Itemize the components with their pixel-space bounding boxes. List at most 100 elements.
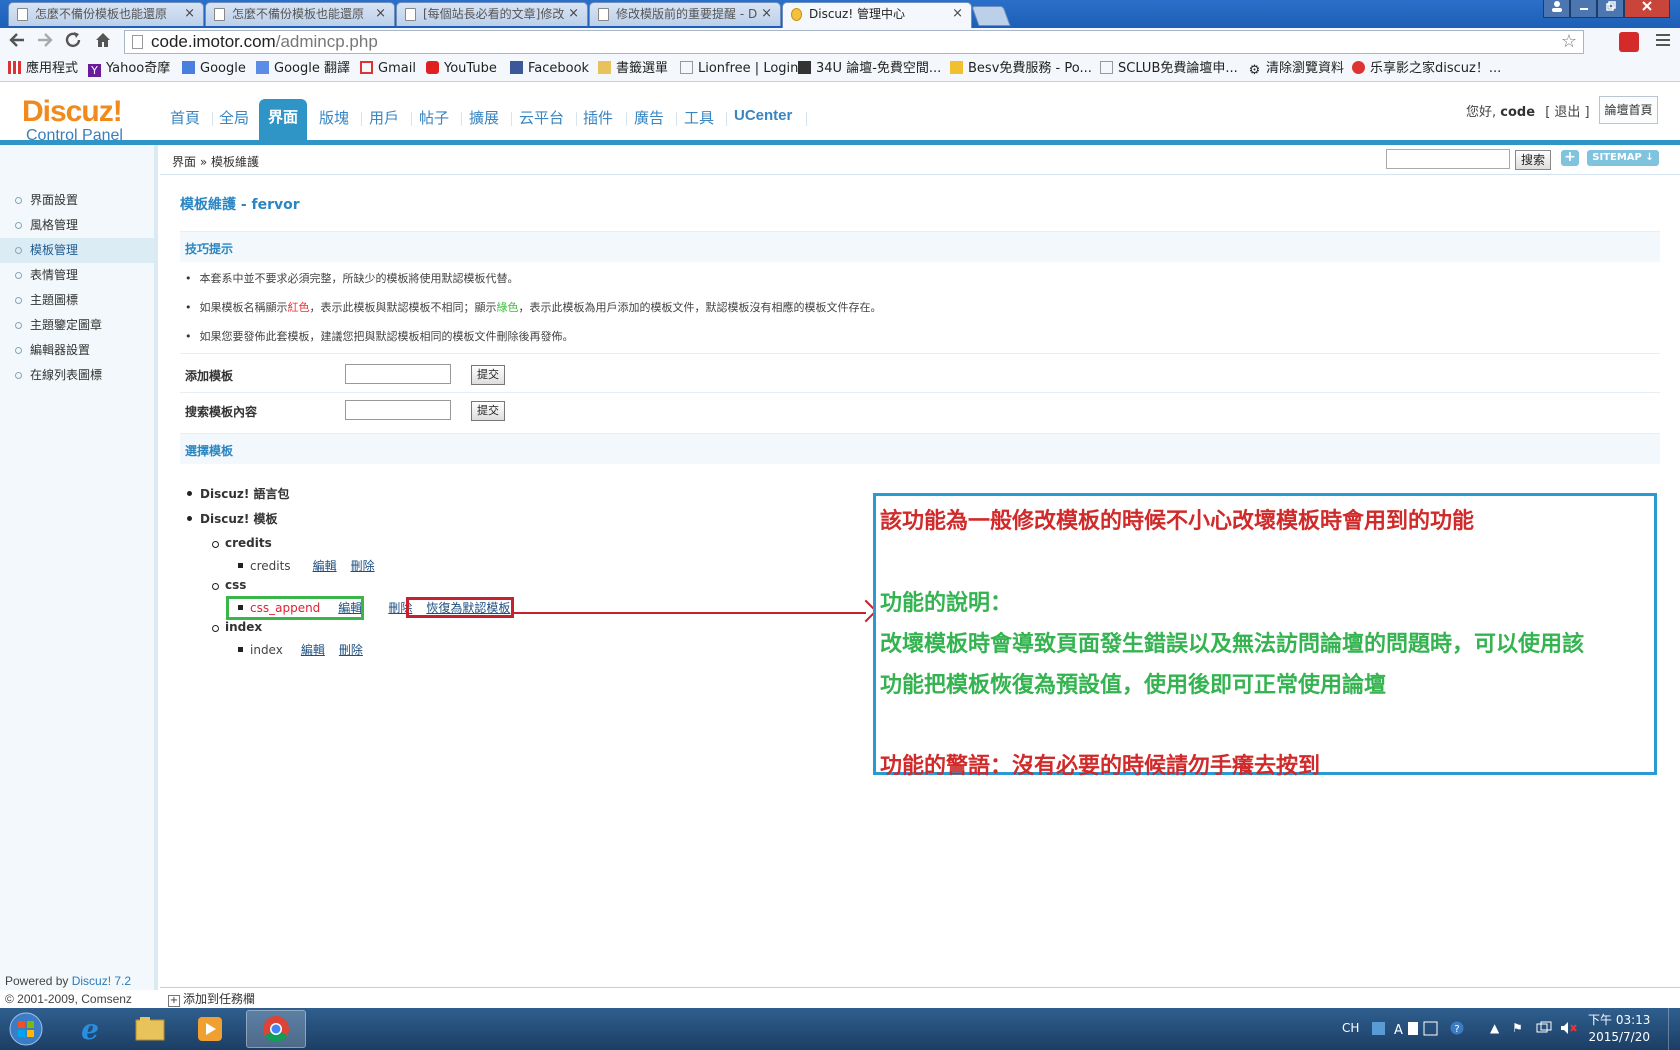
bookmark-star-icon[interactable]: ☆ [1561,31,1577,53]
bookmark-discuz-home[interactable]: 乐享影之家discuz！... [1352,61,1501,77]
bookmark-34u[interactable]: 34U 論壇-免費空間... [798,61,941,77]
menu-interface[interactable]: 界面 [259,99,308,140]
browser-tab[interactable]: 怎麼不備份模板也能還原 × [8,2,204,26]
close-tab-icon[interactable]: × [375,3,386,25]
browser-toolbar: code.imotor.com/admincp.php ☆ [0,28,1680,58]
back-icon[interactable] [8,31,26,53]
page-icon [405,8,416,21]
delete-link[interactable]: 刪除 [339,643,363,657]
start-button[interactable] [0,1010,52,1048]
admin-search-input[interactable] [1386,149,1510,169]
file-explorer-icon[interactable] [122,1010,178,1048]
bookmark-google[interactable]: Google [182,61,246,77]
delete-link[interactable]: 刪除 [351,559,375,573]
menu-threads[interactable]: 帖子 [419,107,449,128]
admin-search-button[interactable]: 搜索 [1515,150,1552,170]
bookmark-gmail[interactable]: Gmail [360,61,416,77]
site-icon [798,61,811,74]
system-clock[interactable]: 下午 03:13 2015/7/20 [1588,1012,1650,1046]
internet-explorer-icon[interactable]: e [62,1010,118,1048]
menu-cloud[interactable]: 云平台 [519,107,564,128]
new-tab-button[interactable] [971,6,1011,26]
menu-home[interactable]: 首頁 [170,107,200,128]
search-template-submit-button[interactable]: 提交 [471,401,505,421]
close-tab-icon[interactable]: × [761,3,772,25]
sidebar-item-smilies[interactable]: 表情管理 [0,263,154,288]
logout-link[interactable]: [ 退出 ] [1545,105,1589,120]
svg-text:e: e [81,1014,99,1044]
forward-icon[interactable] [36,31,54,53]
bookmark-lionfree[interactable]: Lionfree | Login [680,61,798,77]
search-template-input[interactable] [345,400,451,420]
forum-home-button[interactable]: 論壇首頁 [1599,96,1658,124]
home-icon[interactable] [94,31,112,53]
bookmark-google-translate[interactable]: Google 翻譯 [256,61,350,77]
bookmark-clear-data[interactable]: ⚙ 清除瀏覽資料 [1248,61,1344,77]
media-player-icon[interactable] [182,1010,238,1048]
bookmark-sclub[interactable]: SCLUB免費論壇申... [1100,61,1238,77]
bookmark-youtube[interactable]: YouTube [426,61,497,77]
discuz-logo[interactable]: Discuz! Control Panel [22,97,123,146]
browser-tab[interactable]: 怎麼不備份模板也能還原 × [205,2,395,26]
bookmark-folder[interactable]: 書籤選單 [598,61,668,77]
menu-ucenter[interactable]: UCenter [734,107,792,124]
sidebar-item-stamps[interactable]: 主題鑒定圖章 [0,313,154,338]
powered-by-link[interactable]: Discuz! 7.2 [72,974,131,988]
menu-divider [461,112,462,126]
sidebar-item-style-management[interactable]: 風格管理 [0,213,154,238]
sidebar-item-thread-icons[interactable]: 主題圖標 [0,288,154,313]
sidebar-item-online-icons[interactable]: 在線列表圖標 [0,363,154,388]
browser-tab[interactable]: [每個站長必看的文章]修改 × [396,2,588,26]
input-language[interactable]: CH [1342,1021,1359,1035]
reload-icon[interactable] [64,31,82,53]
site-icon [950,61,963,74]
help-icon[interactable]: ? [1450,1021,1464,1038]
add-to-taskbar-link[interactable]: 添加到任務欄 [168,990,255,1007]
add-shortcut-button[interactable]: + [1561,150,1579,166]
bookmark-besv[interactable]: Besv免費服務 - Po... [950,61,1092,77]
menu-users[interactable]: 用戶 [369,107,399,128]
sitemap-button[interactable]: SITEMAP ↓ [1587,150,1659,166]
close-tab-icon[interactable]: × [568,3,579,25]
chrome-icon[interactable] [246,1010,306,1048]
bookmark-yahoo[interactable]: Y Yahoo奇摩 [88,61,170,77]
edit-link[interactable]: 編輯 [301,643,325,657]
menu-icon[interactable] [1656,32,1670,51]
page-title: 模板維護 - fervor [180,197,300,213]
address-bar[interactable]: code.imotor.com/admincp.php ☆ [124,30,1584,54]
tree-templates[interactable]: Discuz! 模板 [187,510,278,527]
add-template-submit-button[interactable]: 提交 [471,365,505,385]
edit-link[interactable]: 編輯 [313,559,337,573]
menu-ads[interactable]: 廣告 [634,107,664,128]
bookmark-apps[interactable]: 應用程式 [8,61,78,77]
show-hidden-icons-icon[interactable]: ▲ [1490,1021,1499,1035]
close-window-icon[interactable] [1624,0,1670,18]
ime-icon[interactable]: A [1372,1021,1442,1040]
add-template-input[interactable] [345,364,451,384]
minimize-icon[interactable] [1570,0,1597,18]
volume-muted-icon[interactable] [1560,1021,1578,1038]
menu-extensions[interactable]: 擴展 [469,107,499,128]
close-tab-icon[interactable]: × [952,3,963,25]
show-desktop-button[interactable] [1668,1008,1680,1050]
tab-title: 怎麼不備份模板也能還原 [35,7,168,21]
divider [180,353,1660,354]
menu-global[interactable]: 全局 [219,107,249,128]
user-icon[interactable] [1543,0,1570,18]
menu-tools[interactable]: 工具 [684,107,714,128]
extension-icon[interactable] [1619,32,1639,52]
sidebar-item-editor-settings[interactable]: 編輯器設置 [0,338,154,363]
menu-plugins[interactable]: 插件 [583,107,613,128]
menu-forums[interactable]: 版塊 [319,107,349,128]
action-center-flag-icon[interactable]: ⚑ [1512,1021,1523,1035]
sidebar-item-template-management[interactable]: 模板管理 [0,238,154,263]
bookmark-facebook[interactable]: Facebook [510,61,589,77]
browser-tab-active[interactable]: Discuz! 管理中心 × [782,2,972,28]
close-tab-icon[interactable]: × [184,3,195,25]
sidebar-item-interface-settings[interactable]: 界面設置 [0,188,154,213]
tree-language-pack[interactable]: Discuz! 語言包 [187,485,290,502]
network-icon[interactable] [1536,1021,1552,1038]
restore-icon[interactable] [1597,0,1624,18]
tab-title: 修改模版前的重要提醒 - D [616,7,758,21]
browser-tab[interactable]: 修改模版前的重要提醒 - D × [589,2,781,26]
